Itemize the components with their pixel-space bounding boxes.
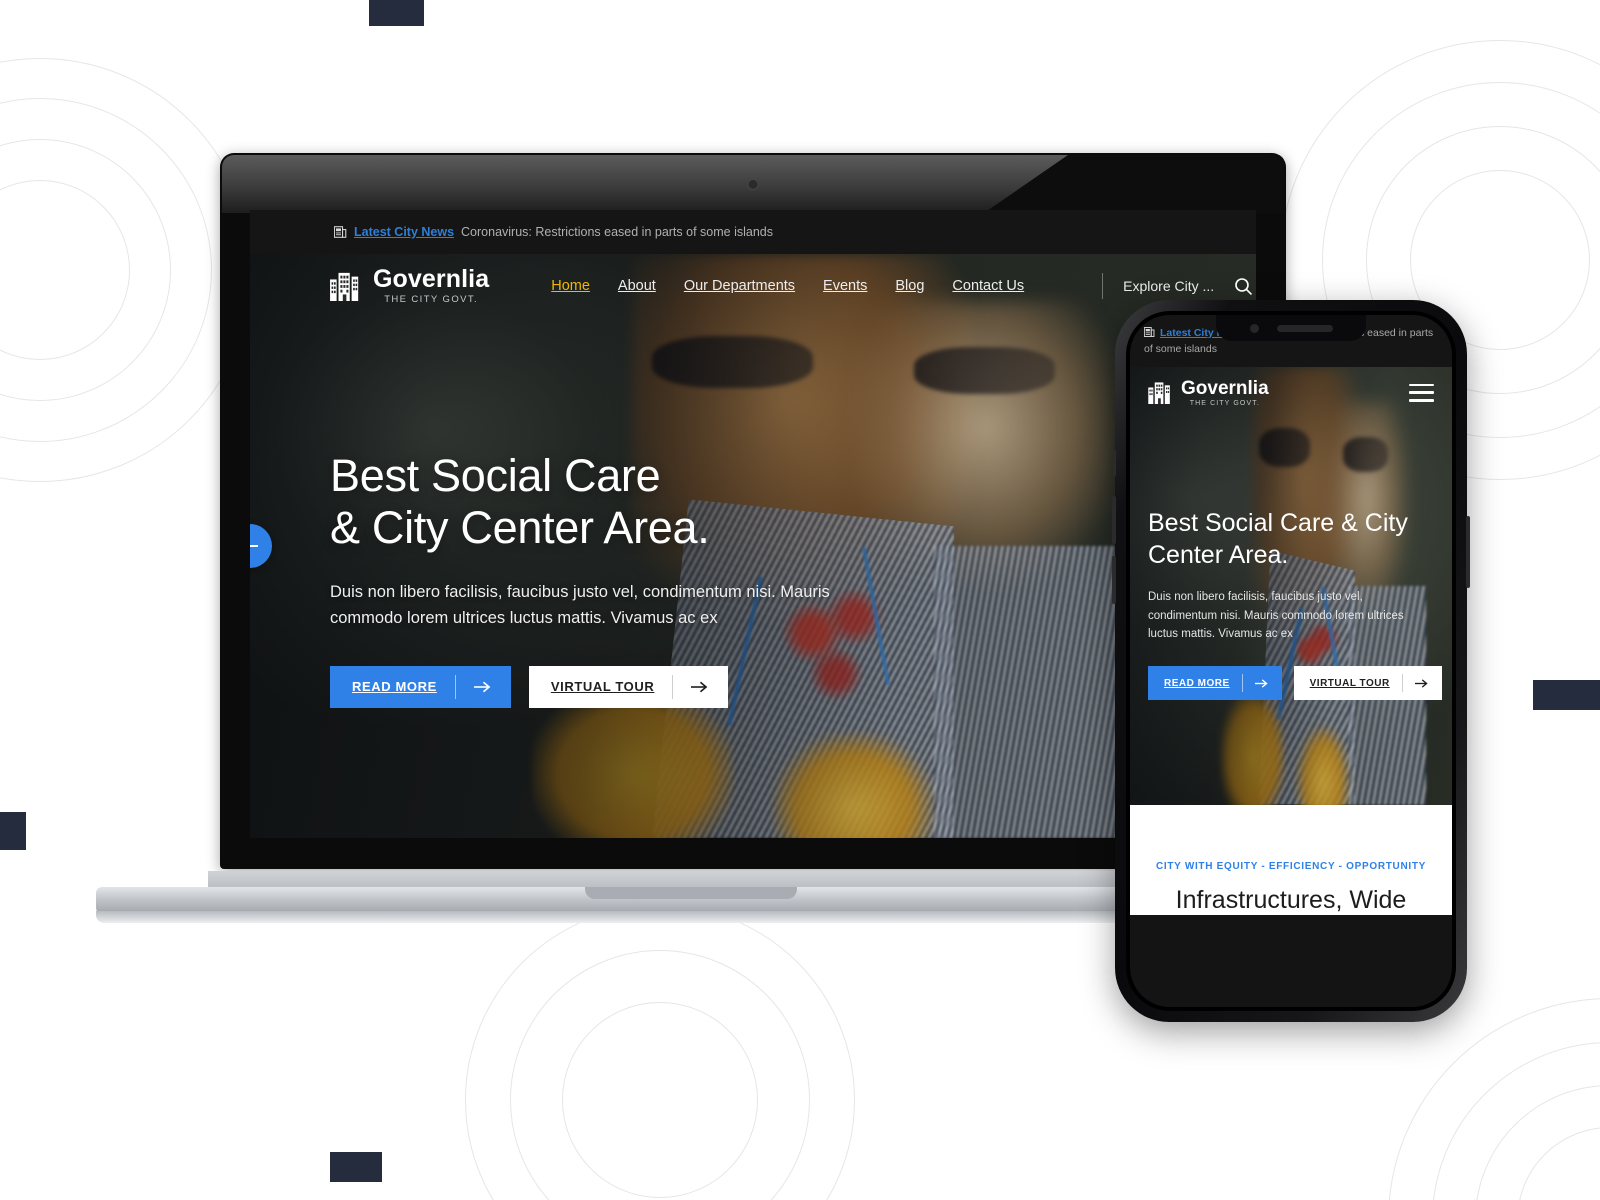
- laptop-screen: Latest City News Coronavirus: Restrictio…: [250, 210, 1256, 838]
- laptop-base: [96, 871, 1286, 923]
- explore-city-label[interactable]: Explore City ...: [1123, 278, 1214, 294]
- decorative-rings-bottom-right: [1388, 998, 1600, 1200]
- city-buildings-icon: [1148, 382, 1170, 405]
- hero-section: Governlia THE CITY GOVT. Home About Our …: [250, 254, 1256, 838]
- brand-name: Governlia: [373, 265, 490, 294]
- arrow-right-icon: [1414, 679, 1428, 688]
- nav-item-our-departments[interactable]: Our Departments: [684, 278, 795, 294]
- brand-tagline: THE CITY GOVT.: [384, 294, 479, 306]
- hero-subtitle: Duis non libero facilisis, faucibus just…: [330, 583, 830, 627]
- hero-title: Best Social Care & City Center Area.: [330, 450, 870, 554]
- mobile-hero-content: Best Social Care & City Center Area. Dui…: [1148, 507, 1442, 701]
- nav-links: Home About Our Departments Events Blog C…: [551, 278, 1024, 294]
- phone-mockup: Latest City News Coronavirus: Restrictio…: [1112, 300, 1470, 1022]
- mobile-next-section: CITY WITH EQUITY - EFFICIENCY - OPPORTUN…: [1130, 804, 1452, 915]
- hero-content: Best Social Care & City Center Area. Dui…: [330, 450, 870, 708]
- laptop-camera-icon: [747, 179, 759, 190]
- hero-actions: READ MORE VIRTUAL TOUR: [330, 665, 870, 708]
- decorative-square-right: [1533, 680, 1600, 710]
- hero-title-line-1: Best Social Care: [330, 450, 661, 501]
- main-navigation: Governlia THE CITY GOVT. Home About Our …: [250, 254, 1256, 318]
- news-headline: Coronavirus: Restrictions eased in parts…: [461, 225, 773, 239]
- read-more-button[interactable]: READ MORE: [330, 665, 511, 708]
- phone-screen: Latest City News Coronavirus: Restrictio…: [1130, 315, 1452, 1007]
- mockup-canvas: Latest City News Coronavirus: Restrictio…: [0, 0, 1600, 1200]
- arrow-right-icon: [1254, 679, 1268, 688]
- button-divider: [454, 674, 456, 699]
- laptop-mockup: Latest City News Coronavirus: Restrictio…: [96, 153, 1286, 923]
- decorative-square-bottom: [330, 1152, 382, 1182]
- nav-item-events[interactable]: Events: [823, 278, 867, 294]
- website-desktop: Latest City News Coronavirus: Restrictio…: [250, 210, 1256, 838]
- phone-volume-down-button[interactable]: [1112, 556, 1116, 604]
- virtual-tour-button[interactable]: VIRTUAL TOUR: [528, 665, 729, 708]
- phone-bezel: Latest City News Coronavirus: Restrictio…: [1126, 311, 1456, 1011]
- button-divider: [1401, 674, 1403, 693]
- button-divider: [1241, 674, 1243, 693]
- nav-item-home[interactable]: Home: [551, 278, 590, 294]
- arrow-right-icon: [473, 681, 491, 692]
- brand-logo[interactable]: Governlia THE CITY GOVT.: [1148, 379, 1269, 407]
- phone-frame: Latest City News Coronavirus: Restrictio…: [1112, 300, 1470, 1022]
- phone-speaker-icon: [1276, 324, 1333, 332]
- read-more-label: READ MORE: [1164, 677, 1230, 689]
- brand-tagline: THE CITY GOVT.: [1189, 399, 1260, 407]
- news-ticker-bar: Latest City News Coronavirus: Restrictio…: [250, 210, 1256, 254]
- brand-text: Governlia THE CITY GOVT.: [1181, 379, 1269, 407]
- button-divider: [672, 674, 674, 699]
- mobile-hero-section: Governlia THE CITY GOVT. Best Social Car…: [1130, 366, 1452, 805]
- phone-camera-icon: [1249, 323, 1259, 333]
- latest-city-news-link[interactable]: Latest City News: [354, 225, 454, 239]
- brand-logo[interactable]: Governlia THE CITY GOVT.: [330, 267, 489, 305]
- section-title: Infrastructures, Wide: [1175, 885, 1407, 914]
- city-buildings-icon: [330, 272, 359, 301]
- hero-title: Best Social Care & City Center Area.: [1148, 508, 1408, 570]
- search-icon[interactable]: [1234, 277, 1253, 296]
- nav-utilities: Explore City ...: [1102, 273, 1253, 299]
- decorative-rings-bottom-center: [465, 905, 855, 1200]
- virtual-tour-label: VIRTUAL TOUR: [550, 679, 655, 694]
- hero-title-line-2: & City Center Area.: [330, 502, 710, 554]
- section-eyebrow: CITY WITH EQUITY - EFFICIENCY - OPPORTUN…: [1155, 860, 1427, 872]
- newspaper-icon: [1143, 327, 1155, 337]
- nav-item-blog[interactable]: Blog: [895, 278, 924, 294]
- mobile-navigation: Governlia THE CITY GOVT.: [1130, 367, 1452, 419]
- read-more-label: READ MORE: [352, 679, 437, 694]
- arrow-left-icon: [250, 545, 258, 547]
- hero-subtitle: Duis non libero facilisis, faucibus just…: [1148, 590, 1404, 641]
- arrow-right-icon: [691, 681, 708, 692]
- decorative-square-top: [369, 0, 424, 26]
- virtual-tour-label: VIRTUAL TOUR: [1309, 677, 1390, 689]
- phone-volume-up-button[interactable]: [1112, 496, 1116, 544]
- nav-item-about[interactable]: About: [618, 278, 656, 294]
- phone-power-button[interactable]: [1466, 516, 1470, 588]
- hamburger-menu-icon[interactable]: [1409, 383, 1434, 402]
- phone-silent-switch[interactable]: [1113, 450, 1116, 476]
- nav-item-contact-us[interactable]: Contact Us: [952, 278, 1024, 294]
- virtual-tour-button[interactable]: VIRTUAL TOUR: [1293, 666, 1442, 701]
- nav-divider: [1102, 273, 1104, 299]
- laptop-base-notch: [585, 887, 797, 899]
- brand-text: Governlia THE CITY GOVT.: [373, 267, 489, 305]
- brand-name: Governlia: [1181, 377, 1269, 399]
- phone-notch: [1216, 315, 1366, 341]
- mobile-hero-actions: READ MORE VIRTUAL TOUR: [1148, 666, 1442, 701]
- decorative-square-left: [0, 812, 26, 850]
- newspaper-icon: [334, 226, 347, 238]
- read-more-button[interactable]: READ MORE: [1148, 666, 1282, 701]
